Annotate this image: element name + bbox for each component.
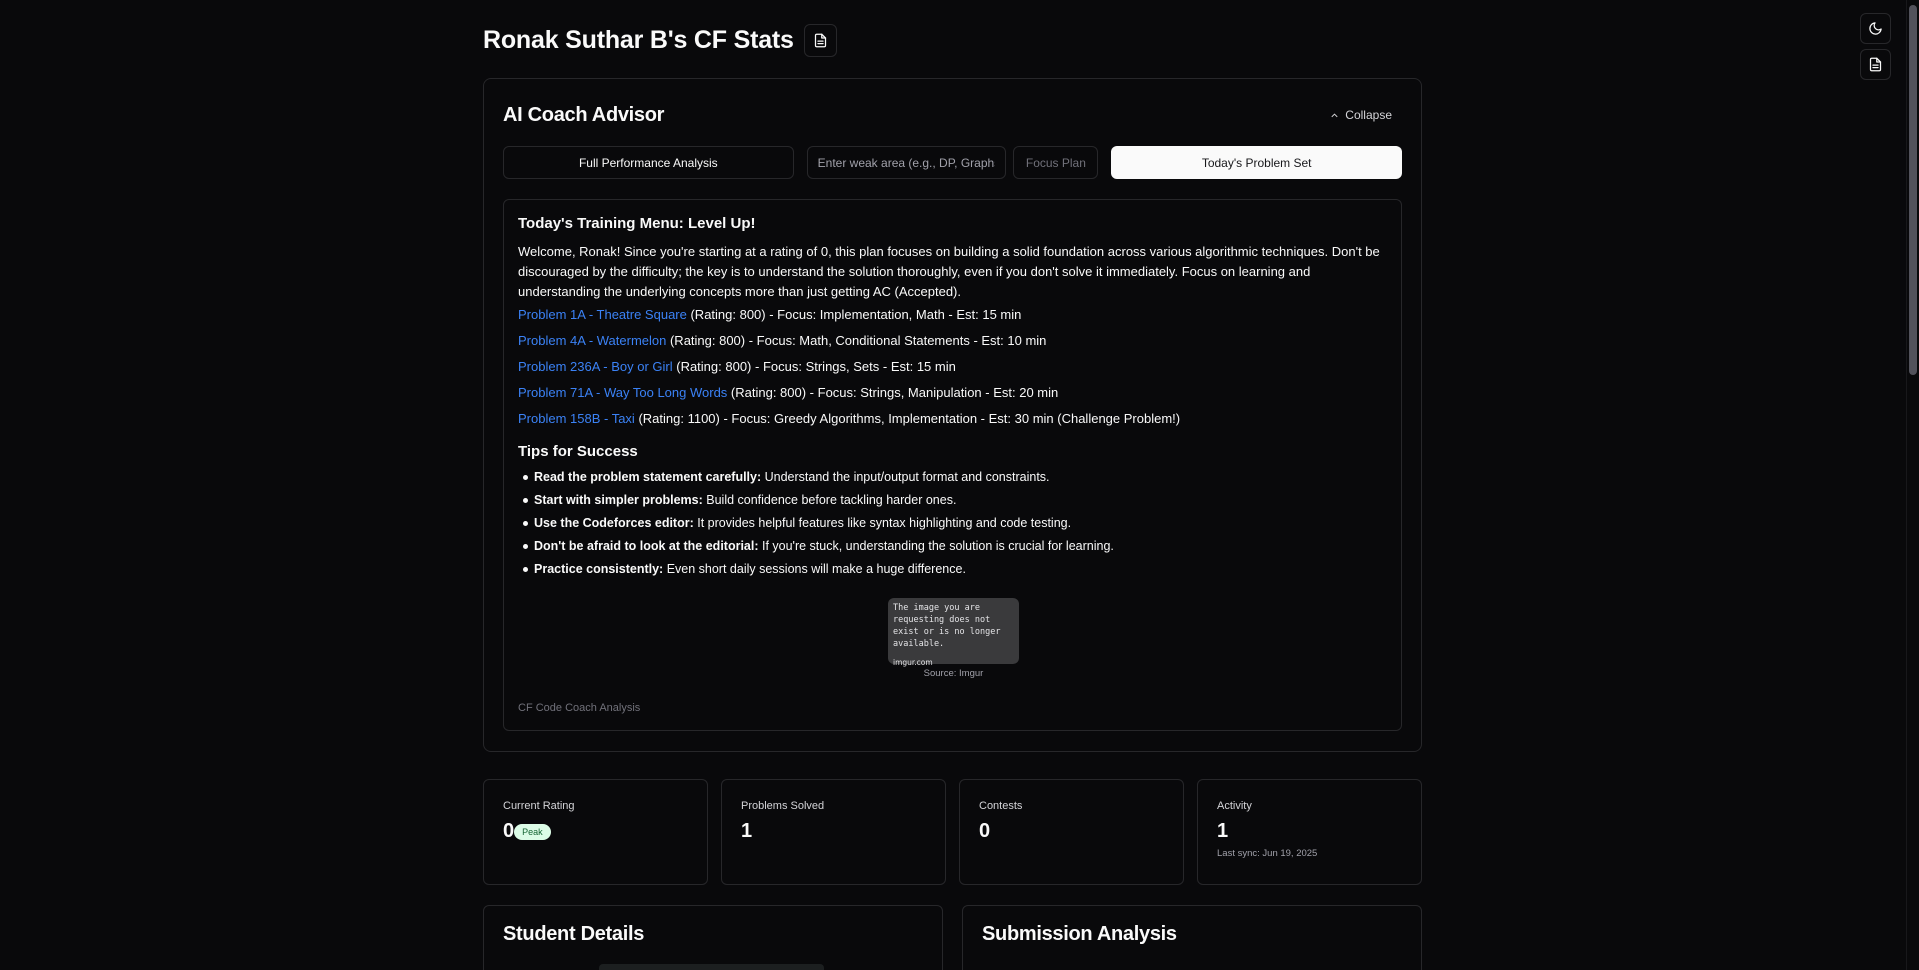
tip-title: Don't be afraid to look at the editorial… [534,539,759,553]
collapse-label: Collapse [1345,108,1392,122]
image-message: The image you are requesting does not ex… [893,603,1001,649]
tip-text: Even short daily sessions will make a hu… [663,562,966,576]
problem-desc: (Rating: 800) - Focus: Strings, Sets - E… [672,359,956,374]
stats-row: Current Rating 0 Peak Problems Solved 1 … [483,779,1422,885]
tips-heading: Tips for Success [518,443,638,460]
document-button[interactable] [1860,49,1891,80]
problem-item: Problem 4A - Watermelon (Rating: 800) - … [518,328,1387,354]
problem-item: Problem 236A - Boy or Girl (Rating: 800)… [518,354,1387,380]
main-content: Ronak Suthar B's CF Stats AI Coach Advis… [483,0,1422,970]
image-caption: Source: Imgur [923,668,984,679]
moon-icon [1869,22,1882,35]
embedded-image: The image you are requesting does not ex… [888,598,1019,679]
submission-analysis-panel: Submission Analysis [962,905,1422,970]
stat-value: 0 [979,820,991,842]
rating-value: 0 [503,820,515,842]
problem-desc: (Rating: 800) - Focus: Math, Conditional… [666,333,1047,348]
avatar [599,964,824,970]
problem-desc: (Rating: 800) - Focus: Strings, Manipula… [727,385,1059,400]
tip-text: Build confidence before tackling harder … [702,493,957,507]
panel-title: Student Details [503,923,645,945]
stat-label: Problems Solved [741,800,825,812]
full-analysis-button[interactable]: Full Performance Analysis [503,146,794,179]
focus-plan-button[interactable]: Focus Plan [1013,146,1099,179]
problem-item: Problem 158B - Taxi (Rating: 1100) - Foc… [518,406,1387,432]
stat-card-solved: Problems Solved 1 [721,779,946,885]
todays-problem-set-button[interactable]: Today's Problem Set [1111,146,1402,179]
peak-badge: Peak [514,823,551,840]
page-header: Ronak Suthar B's CF Stats [483,0,1422,78]
problem-item: Problem 1A - Theatre Square (Rating: 800… [518,302,1387,328]
problem-link[interactable]: Problem 236A - Boy or Girl [518,359,673,374]
problem-desc: (Rating: 1100) - Focus: Greedy Algorithm… [634,411,1181,426]
tip-item: Practice consistently: Even short daily … [523,558,1387,581]
tip-title: Practice consistently: [534,562,664,576]
output-heading: Today's Training Menu: Level Up! [518,215,756,232]
tip-item: Read the problem statement carefully: Un… [523,466,1387,489]
tip-title: Read the problem statement carefully: [534,470,762,484]
tip-title: Start with simpler problems: [534,493,703,507]
file-text-icon [1869,57,1882,72]
output-intro: Welcome, Ronak! Since you're starting at… [518,244,1380,299]
stat-card-activity: Activity 1 Last sync: Jun 19, 2025 [1197,779,1422,885]
tip-title: Use the Codeforces editor: [534,516,694,530]
stat-label: Activity [1217,800,1252,812]
tip-text: Understand the input/output format and c… [761,470,1050,484]
bottom-panels: Student Details Submission Analysis [483,905,1422,970]
coach-controls: Full Performance Analysis Focus Plan Tod… [503,146,1402,179]
stat-label: Contests [979,800,1023,812]
tip-text: It provides helpful features like syntax… [693,516,1072,530]
tip-item: Don't be afraid to look at the editorial… [523,535,1387,558]
last-sync: Last sync: Jun 19, 2025 [1217,848,1318,859]
page-title: Ronak Suthar B's CF Stats [483,25,794,54]
weak-area-input[interactable] [806,146,1007,179]
problem-item: Problem 71A - Way Too Long Words (Rating… [518,380,1387,406]
tip-item: Use the Codeforces editor: It provides h… [523,512,1387,535]
stat-card-contests: Contests 0 [959,779,1184,885]
stat-card-rating: Current Rating 0 Peak [483,779,708,885]
problem-desc: (Rating: 800) - Focus: Implementation, M… [686,307,1022,322]
panel-title: Submission Analysis [982,923,1177,945]
ai-coach-card: AI Coach Advisor Collapse Full Performan… [483,78,1422,752]
top-right-toolbar [1860,13,1891,80]
stat-value: 1 [741,820,753,842]
page-scrollbar[interactable] [1906,0,1919,970]
problem-list: Problem 1A - Theatre Square (Rating: 800… [518,302,1387,432]
coach-output: Today's Training Menu: Level Up! Welcome… [503,199,1402,731]
tips-list: Read the problem statement carefully: Un… [518,466,1387,581]
tip-item: Start with simpler problems: Build confi… [523,489,1387,512]
stat-value: 0 Peak [503,820,688,843]
problem-link[interactable]: Problem 1A - Theatre Square [518,307,687,322]
collapse-button[interactable]: Collapse [1329,108,1402,122]
file-text-icon [814,33,826,47]
image-unavailable-placeholder: The image you are requesting does not ex… [888,598,1019,667]
coach-title: AI Coach Advisor [503,103,665,126]
output-footer: CF Code Coach Analysis [518,702,641,714]
export-report-button[interactable] [803,23,837,57]
problem-link[interactable]: Problem 71A - Way Too Long Words [518,385,727,400]
theme-toggle-button[interactable] [1860,13,1891,44]
stat-value: 1 [1217,820,1229,842]
image-domain: imgur.com [893,658,933,667]
coach-header: AI Coach Advisor Collapse [503,99,1402,131]
tip-text: If you're stuck, understanding the solut… [758,539,1114,553]
chevron-up-icon [1331,112,1338,117]
scrollbar-thumb[interactable] [1909,5,1917,375]
problem-link[interactable]: Problem 4A - Watermelon [518,333,666,348]
problem-link[interactable]: Problem 158B - Taxi [518,411,635,426]
student-details-panel: Student Details [483,905,943,970]
stat-label: Current Rating [503,800,575,812]
